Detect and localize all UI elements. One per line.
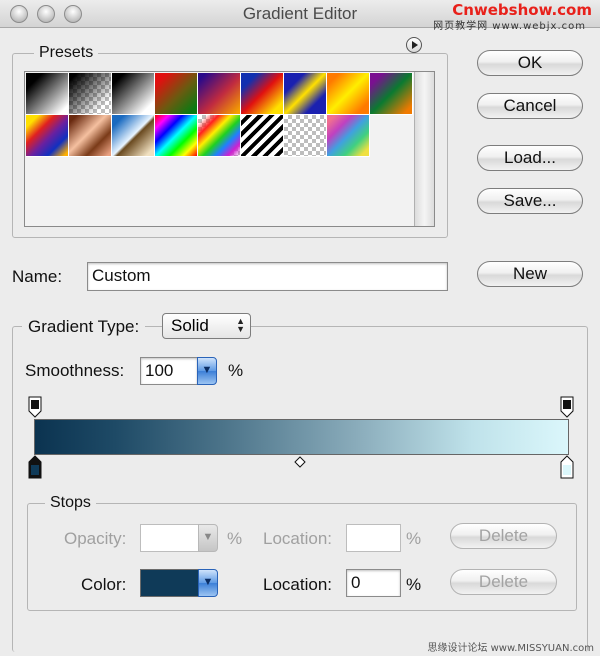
watermark-sub: 网页教学网 www.webjx.com: [433, 21, 586, 32]
watermark-bottom: 思缘设计论坛 www.MISSYUAN.com: [427, 643, 594, 654]
presets-label: Presets: [34, 44, 99, 62]
triangle-down-icon: ▼: [201, 364, 213, 376]
opacity-stop-left[interactable]: [27, 396, 43, 418]
play-circle-icon[interactable]: [406, 37, 422, 53]
opacity-unit: %: [227, 529, 243, 548]
color-location-unit: %: [406, 575, 422, 594]
opacity-location-unit: %: [406, 529, 422, 548]
opacity-dropdown-button[interactable]: ▼: [198, 524, 218, 552]
color-location-label: Location:: [263, 575, 332, 594]
gradient-preview-bar[interactable]: [34, 419, 569, 455]
preset-swatch[interactable]: [112, 115, 155, 157]
color-location-input[interactable]: 0: [346, 569, 401, 597]
preset-swatch[interactable]: [241, 115, 284, 157]
gradient-editor-window: Gradient Editor Cnwebshow.com 网页教学网 www.…: [0, 0, 600, 656]
preset-swatch[interactable]: [370, 73, 413, 115]
opacity-location-input[interactable]: [346, 524, 401, 552]
title-bar: Gradient Editor Cnwebshow.com 网页教学网 www.…: [0, 0, 600, 32]
presets-list: [24, 71, 435, 227]
opacity-delete-button[interactable]: Delete: [450, 523, 557, 549]
save-button[interactable]: Save...: [477, 188, 583, 214]
preset-swatch[interactable]: [69, 73, 112, 115]
preset-swatch[interactable]: [155, 73, 198, 115]
name-input[interactable]: Custom: [87, 262, 448, 291]
gradient-type-value: Solid: [171, 316, 209, 335]
load-button[interactable]: Load...: [477, 145, 583, 171]
presets-scrollbar[interactable]: [414, 72, 434, 226]
ok-button[interactable]: OK: [477, 50, 583, 76]
opacity-input[interactable]: [140, 524, 200, 552]
color-swatch[interactable]: [140, 569, 200, 597]
triangle-down-icon: ▼: [202, 576, 214, 588]
color-stop-right[interactable]: [559, 455, 575, 479]
name-label: Name:: [12, 267, 63, 286]
preset-swatch[interactable]: [198, 115, 241, 157]
color-label: Color:: [81, 575, 127, 594]
color-stop-left[interactable]: [27, 455, 43, 479]
preset-swatch[interactable]: [26, 115, 69, 157]
midpoint-diamond-icon[interactable]: [294, 456, 306, 468]
preset-swatch[interactable]: [26, 73, 69, 115]
smoothness-dropdown-button[interactable]: ▼: [197, 357, 217, 385]
color-dropdown-button[interactable]: ▼: [198, 569, 218, 597]
preset-swatch[interactable]: [69, 115, 112, 157]
up-down-arrows-icon: ▲ ▼: [236, 316, 245, 334]
opacity-location-label: Location:: [263, 529, 332, 548]
stops-label: Stops: [45, 494, 96, 512]
smoothness-label: Smoothness:: [25, 361, 125, 380]
opacity-stop-right[interactable]: [559, 396, 575, 418]
preset-swatch[interactable]: [327, 73, 370, 115]
color-delete-button[interactable]: Delete: [450, 569, 557, 595]
preset-swatch[interactable]: [284, 73, 327, 115]
preset-swatches: [26, 73, 414, 158]
preset-swatch[interactable]: [112, 73, 155, 115]
triangle-down-icon: ▼: [202, 531, 214, 543]
smoothness-unit: %: [228, 361, 244, 380]
gradient-type-popup[interactable]: Solid ▲ ▼: [162, 313, 251, 339]
preset-swatch[interactable]: [155, 115, 198, 157]
preset-swatch[interactable]: [327, 115, 370, 157]
new-button[interactable]: New: [477, 261, 583, 287]
smoothness-input[interactable]: 100: [140, 357, 198, 385]
preset-swatch[interactable]: [241, 73, 284, 115]
opacity-label: Opacity:: [64, 529, 127, 548]
preset-swatch[interactable]: [284, 115, 327, 157]
gradient-type-label: Gradient Type:: [22, 317, 146, 337]
cancel-button[interactable]: Cancel: [477, 93, 583, 119]
preset-swatch[interactable]: [198, 73, 241, 115]
